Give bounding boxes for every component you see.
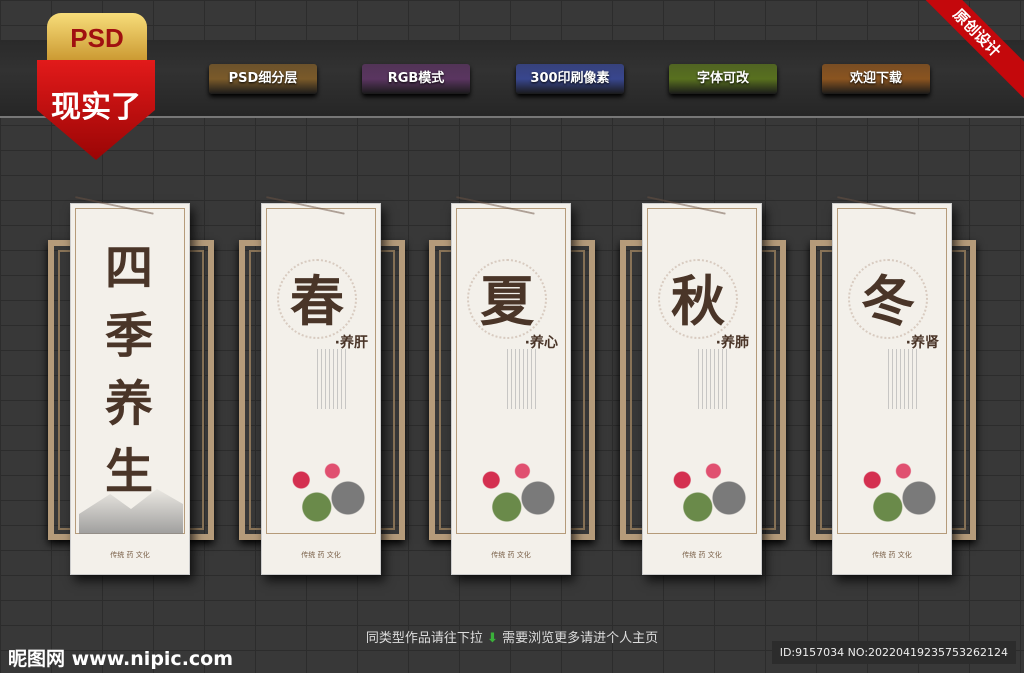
feature-badge: 300印刷像素	[516, 64, 624, 94]
note-right: 需要浏览更多请进个人主页	[502, 631, 659, 646]
panel-footer: 传统 药 文化	[491, 551, 531, 559]
body-text-lines	[507, 349, 537, 409]
panel-footer: 传统 药 文化	[301, 551, 341, 559]
psd-badge-top: PSD	[47, 13, 147, 63]
flower-painting	[651, 444, 755, 534]
psd-badge: PSD 现实了	[37, 10, 155, 160]
panel-footer: 传统 药 文化	[872, 551, 912, 559]
body-text-lines	[698, 349, 728, 409]
body-text-lines	[888, 349, 918, 409]
feature-badge: RGB模式	[362, 64, 470, 94]
body-text-lines	[317, 349, 347, 409]
image-id: ID:9157034 NO:20220419235753262124	[771, 641, 1016, 664]
season-char: 秋	[658, 259, 738, 339]
season-char: 夏	[467, 259, 547, 339]
feature-badge: 字体可改	[669, 64, 777, 94]
feature-badge: PSD细分层	[209, 64, 317, 94]
psd-badge-bottom: 现实了	[37, 60, 155, 160]
season-char: 冬	[848, 259, 928, 339]
panel-title: 四季养生	[104, 240, 153, 500]
panel-footer: 传统 药 文化	[110, 551, 150, 559]
poster-panel: 秋 ·养肺 传统 药 文化	[640, 196, 762, 575]
feature-badge: 欢迎下载	[822, 64, 930, 94]
poster-panel: 冬 ·养肾 传统 药 文化	[830, 196, 952, 575]
flower-painting	[270, 444, 374, 534]
flower-painting	[841, 444, 945, 534]
season-char: 春	[277, 259, 357, 339]
poster-panel: 春 ·养肝 传统 药 文化	[259, 196, 381, 575]
poster-panel: 四季养生传统 药 文化	[68, 196, 190, 575]
panel-footer: 传统 药 文化	[682, 551, 722, 559]
watermark-logo: 昵图网 www.nipic.com	[8, 648, 234, 670]
flower-painting	[460, 444, 564, 534]
note-left: 同类型作品请往下拉	[365, 631, 483, 646]
poster-panel: 夏 ·养心 传统 药 文化	[449, 196, 571, 575]
down-arrow-icon: ⬇	[487, 631, 498, 646]
